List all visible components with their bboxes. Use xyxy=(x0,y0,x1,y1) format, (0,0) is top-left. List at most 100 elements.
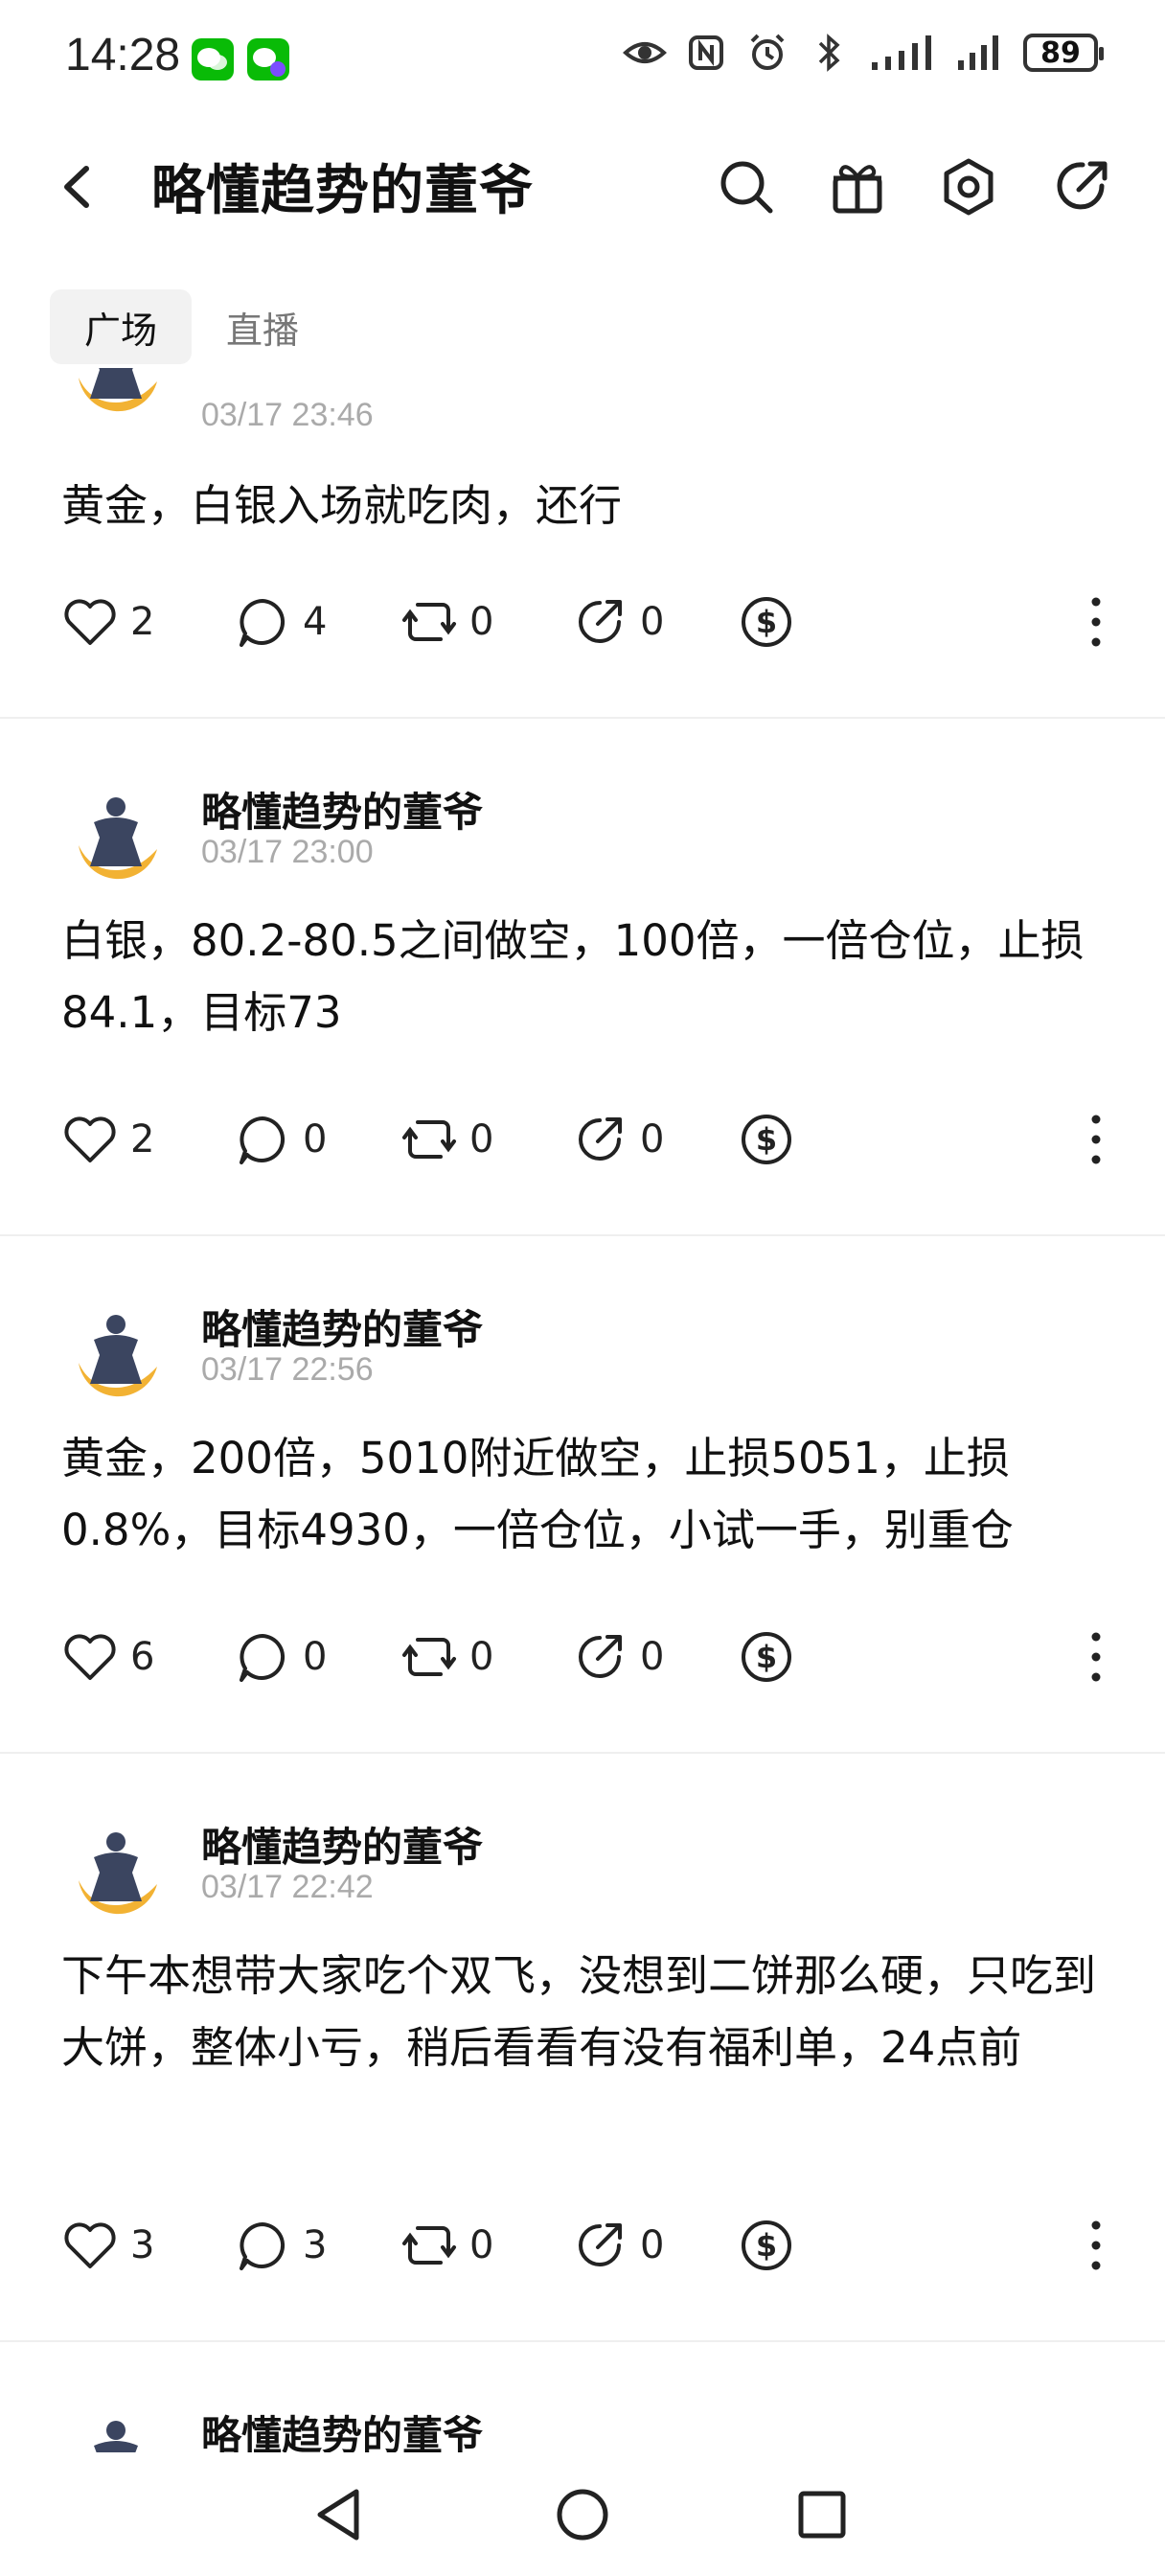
comment-icon xyxy=(240,599,286,647)
repost-button[interactable]: 0 xyxy=(400,2212,493,2279)
tip-button[interactable]: $ xyxy=(738,588,795,656)
heart-icon xyxy=(64,1116,116,1162)
avatar[interactable] xyxy=(61,368,171,420)
comment-button[interactable]: 3 xyxy=(234,2212,327,2279)
svg-text:$: $ xyxy=(756,2227,777,2264)
system-nav-bar xyxy=(0,2453,1165,2576)
post-content[interactable]: 黄金，200倍，5010附近做空，止损5051，止损0.8%，目标4930，一倍… xyxy=(61,1422,1096,1566)
signal-icon-1 xyxy=(868,31,939,75)
post-timestamp: 03/17 23:00 xyxy=(201,834,374,870)
post-item: 略懂趋势的董爷 xyxy=(0,2342,1165,2452)
post-author[interactable]: 略懂趋势的董爷 xyxy=(201,1815,483,1874)
repost-count: 0 xyxy=(469,1117,494,1162)
post-author[interactable]: 略懂趋势的董爷 xyxy=(201,2404,483,2452)
share-post-button[interactable]: 0 xyxy=(571,588,664,656)
share-icon xyxy=(579,1635,622,1678)
post-content[interactable]: 下午本想带大家吃个双飞，没想到二饼那么硬，只吃到大饼，整体小亏，稍后看看有没有福… xyxy=(61,1940,1096,2083)
comment-count: 0 xyxy=(303,1635,328,1679)
repost-count: 0 xyxy=(469,2223,494,2267)
app-bar: 略懂趋势的董爷 xyxy=(0,134,1165,240)
alarm-icon xyxy=(745,31,789,75)
post-content[interactable]: 黄金，白银入场就吃肉，还行 xyxy=(61,470,1096,541)
avatar[interactable] xyxy=(61,2402,171,2452)
post-content[interactable]: 白银，80.2-80.5之间做空，100倍，一倍仓位，止损84.1，目标73 xyxy=(61,905,1096,1048)
share-post-button[interactable]: 0 xyxy=(571,2212,664,2279)
comment-button[interactable]: 0 xyxy=(234,1623,327,1690)
more-options-icon[interactable] xyxy=(1077,1623,1115,1690)
wechat-secondary-notification-icon xyxy=(247,38,289,80)
post-author[interactable]: 略懂趋势的董爷 xyxy=(201,1298,483,1356)
more-options-icon[interactable] xyxy=(1077,588,1115,656)
post-item: 略懂趋势的董爷 03/17 22:56 黄金，200倍，5010附近做空，止损5… xyxy=(0,1236,1165,1752)
nav-home-icon[interactable] xyxy=(552,2484,613,2545)
settings-icon[interactable] xyxy=(937,155,1000,218)
svg-text:$: $ xyxy=(756,1639,777,1675)
battery-indicator: 89 xyxy=(1023,34,1104,72)
repost-button[interactable]: 0 xyxy=(400,1106,493,1173)
eye-icon xyxy=(623,31,667,75)
back-button[interactable] xyxy=(48,153,105,220)
share-icon xyxy=(579,2223,622,2266)
gift-icon[interactable] xyxy=(826,155,889,218)
share-post-button[interactable]: 0 xyxy=(571,1106,664,1173)
more-options-icon[interactable] xyxy=(1077,1106,1115,1173)
status-bar: 14:28 89 xyxy=(0,0,1165,115)
tip-button[interactable]: $ xyxy=(738,1623,795,1690)
status-time: 14:28 xyxy=(65,30,181,80)
tab-square[interactable]: 广场 xyxy=(50,289,193,364)
heart-icon xyxy=(64,2222,116,2268)
more-options-icon[interactable] xyxy=(1077,2212,1115,2279)
post-item: 03/17 23:46 黄金，白银入场就吃肉，还行 2 4 0 0 $ xyxy=(0,368,1165,717)
svg-text:$: $ xyxy=(756,1121,777,1158)
like-button[interactable]: 3 xyxy=(61,2212,154,2279)
post-timestamp: 03/17 23:46 xyxy=(201,397,374,433)
like-button[interactable]: 6 xyxy=(61,1623,154,1690)
like-button[interactable]: 2 xyxy=(61,1106,154,1173)
share-count: 0 xyxy=(640,2223,665,2267)
tab-live[interactable]: 直播 xyxy=(192,289,333,364)
like-count: 2 xyxy=(130,1117,155,1162)
nfc-icon xyxy=(684,31,728,75)
share-icon[interactable] xyxy=(1050,155,1113,218)
share-post-button[interactable]: 0 xyxy=(571,1623,664,1690)
nav-recents-icon[interactable] xyxy=(791,2484,853,2545)
page-title: 略懂趋势的董爷 xyxy=(151,160,534,222)
like-count: 3 xyxy=(130,2223,155,2267)
share-count: 0 xyxy=(640,600,665,644)
bluetooth-icon xyxy=(807,31,851,75)
repost-button[interactable]: 0 xyxy=(400,588,493,656)
post-actions: 2 4 0 0 $ xyxy=(61,588,1115,656)
post-author[interactable]: 略懂趋势的董爷 xyxy=(201,780,483,839)
like-button[interactable]: 2 xyxy=(61,588,154,656)
avatar[interactable] xyxy=(61,1296,171,1405)
search-icon[interactable] xyxy=(715,155,778,218)
share-icon xyxy=(579,600,622,643)
heart-icon xyxy=(64,1634,116,1680)
post-timestamp: 03/17 22:56 xyxy=(201,1351,374,1388)
dollar-coin-icon: $ xyxy=(742,1632,791,1682)
share-count: 0 xyxy=(640,1117,665,1162)
dollar-coin-icon: $ xyxy=(742,1115,791,1164)
post-actions: 3 3 0 0 $ xyxy=(61,2212,1115,2279)
avatar[interactable] xyxy=(61,1813,171,1922)
repost-icon xyxy=(402,1638,456,1676)
avatar[interactable] xyxy=(61,778,171,887)
tip-button[interactable]: $ xyxy=(738,1106,795,1173)
post-actions: 6 0 0 0 $ xyxy=(61,1623,1115,1690)
comment-button[interactable]: 4 xyxy=(234,588,327,656)
comment-count: 4 xyxy=(303,600,328,644)
repost-icon xyxy=(402,1120,456,1159)
tab-bar: 广场 直播 xyxy=(50,289,333,364)
comment-button[interactable]: 0 xyxy=(234,1106,327,1173)
repost-icon xyxy=(402,603,456,641)
comment-icon xyxy=(240,1116,286,1164)
wechat-notification-icon xyxy=(192,38,234,80)
nav-back-icon[interactable] xyxy=(308,2484,370,2545)
dollar-coin-icon: $ xyxy=(742,597,791,647)
comment-count: 3 xyxy=(303,2223,328,2267)
tip-button[interactable]: $ xyxy=(738,2212,795,2279)
share-count: 0 xyxy=(640,1635,665,1679)
repost-button[interactable]: 0 xyxy=(400,1623,493,1690)
comment-count: 0 xyxy=(303,1117,328,1162)
post-feed[interactable]: 03/17 23:46 黄金，白银入场就吃肉，还行 2 4 0 0 $ 略懂趋势… xyxy=(0,368,1165,2452)
